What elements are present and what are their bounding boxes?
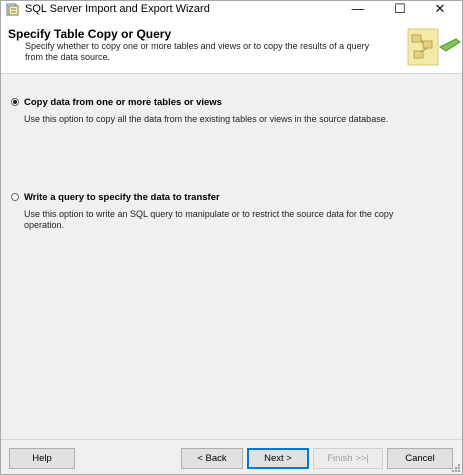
page-subtitle: Specify whether to copy one or more tabl… <box>25 41 370 62</box>
close-button[interactable]: ✕ <box>423 1 457 19</box>
write-query-radio[interactable] <box>11 193 19 201</box>
wizard-footer: Help < Back Next > Finish >>| Cancel <box>1 439 462 474</box>
radio-selected-dot <box>13 100 17 104</box>
cancel-button[interactable]: Cancel <box>387 448 453 469</box>
write-query-label[interactable]: Write a query to specify the data to tra… <box>24 192 220 203</box>
wizard-banner-icon <box>407 28 461 66</box>
wizard-header: Specify Table Copy or Query Specify whet… <box>1 19 462 74</box>
title-bar[interactable]: SQL Server Import and Export Wizard — ☐ … <box>1 1 462 19</box>
finish-button[interactable]: Finish >>| <box>313 448 383 469</box>
window-title: SQL Server Import and Export Wizard <box>25 3 210 15</box>
minimize-button[interactable]: — <box>341 1 375 19</box>
page-title: Specify Table Copy or Query <box>8 27 172 41</box>
copy-tables-label[interactable]: Copy data from one or more tables or vie… <box>24 97 222 108</box>
maximize-button[interactable]: ☐ <box>383 1 417 19</box>
next-button[interactable]: Next > <box>247 448 309 469</box>
write-query-description: Use this option to write an SQL query to… <box>24 209 394 230</box>
help-button[interactable]: Help <box>9 448 75 469</box>
wizard-window: SQL Server Import and Export Wizard — ☐ … <box>0 0 463 475</box>
wizard-app-icon <box>6 3 19 16</box>
copy-tables-description: Use this option to copy all the data fro… <box>24 114 389 124</box>
back-button[interactable]: < Back <box>181 448 243 469</box>
resize-grip-icon[interactable] <box>451 463 461 473</box>
copy-tables-radio[interactable] <box>11 98 19 106</box>
options-panel: Copy data from one or more tables or vie… <box>1 75 462 439</box>
